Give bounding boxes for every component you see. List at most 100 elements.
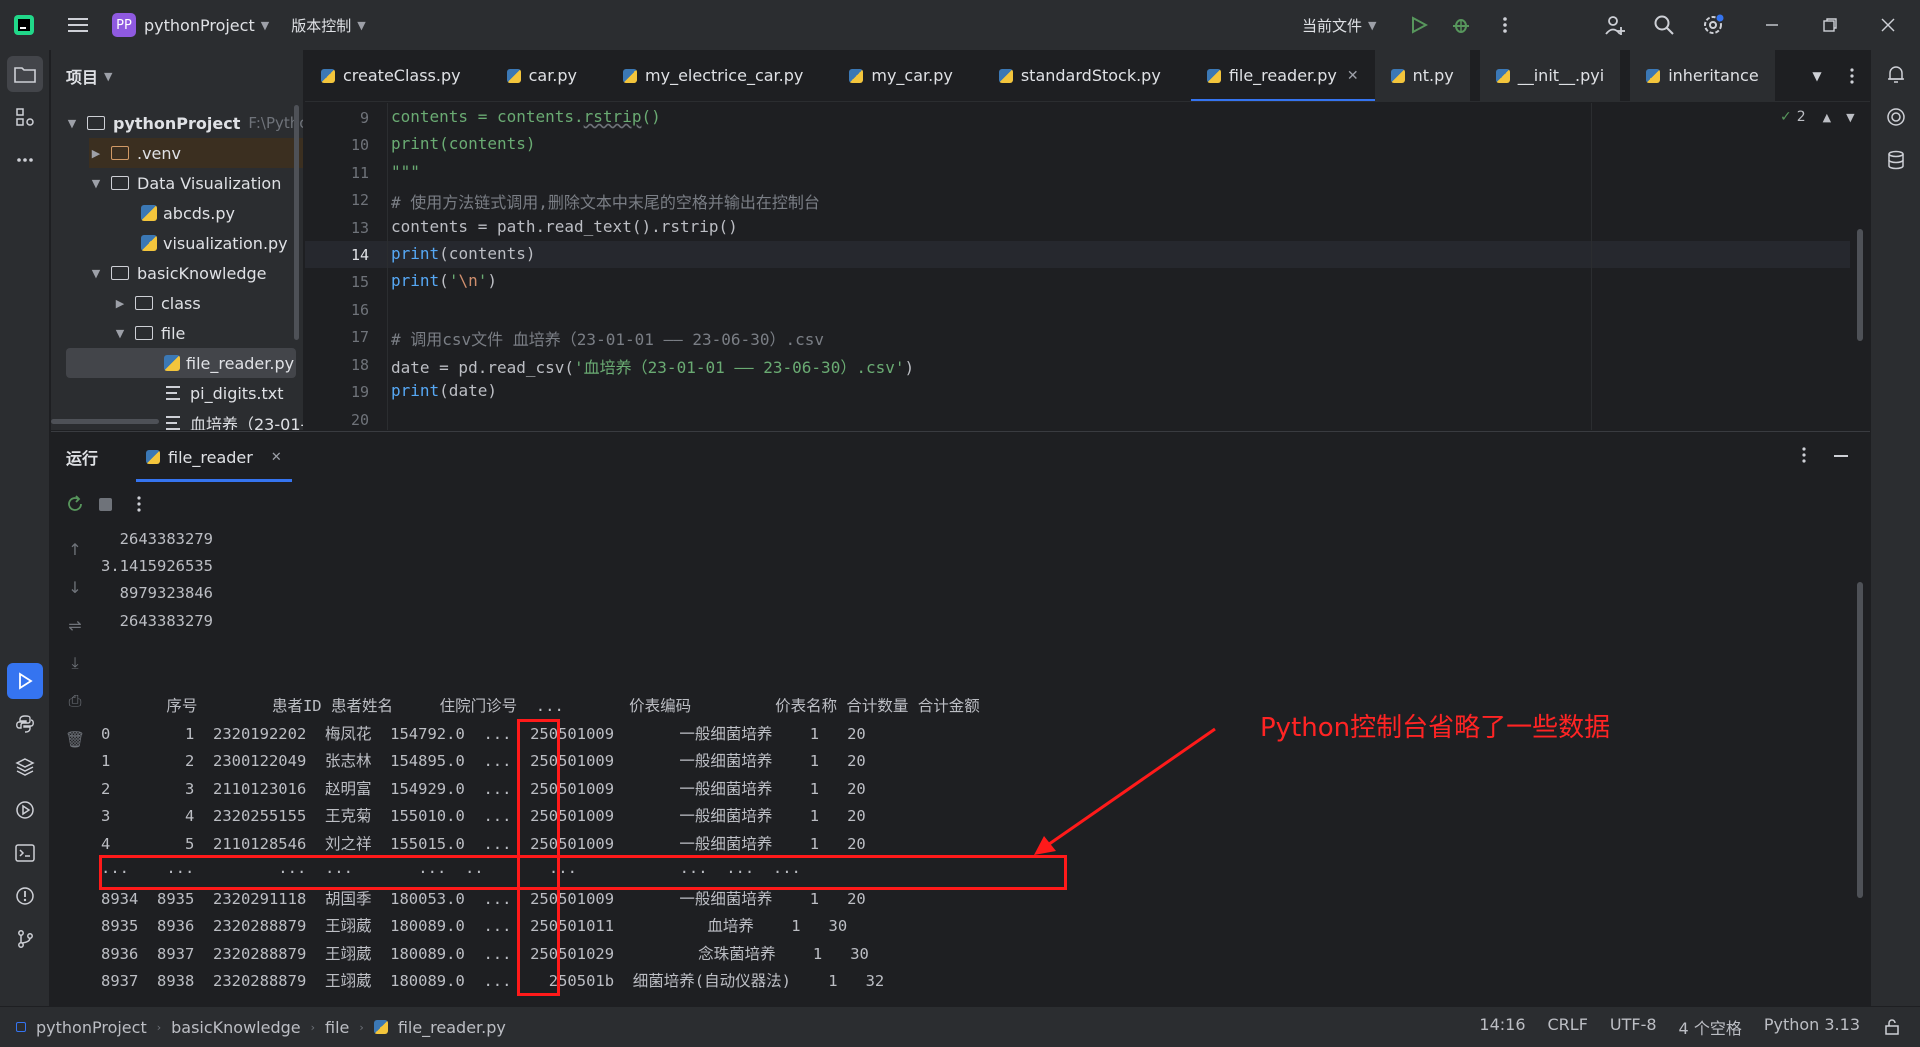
tree-item-venv[interactable]: ▶ .venv (89, 138, 303, 168)
file-encoding[interactable]: UTF-8 (1610, 1015, 1657, 1039)
run-tab-file-reader[interactable]: file_reader ✕ (136, 432, 292, 482)
caret-position[interactable]: 14:16 (1479, 1015, 1525, 1039)
close-window-icon[interactable] (1868, 5, 1908, 45)
tab-createclass[interactable]: createClass.py (305, 50, 477, 101)
truncated-row-highlight (99, 855, 1067, 890)
console-vertical-scrollbar[interactable] (1857, 582, 1863, 898)
vcs-menu[interactable]: 版本控制 ▼ (291, 15, 365, 36)
inspection-widget[interactable]: ✓ 2 ▲ ▼ (1780, 109, 1855, 125)
python-file-icon (146, 450, 161, 464)
services-icon[interactable] (7, 792, 43, 828)
tab-car[interactable]: car.py (491, 50, 593, 101)
tab-more-icon[interactable] (1840, 64, 1864, 88)
dataframe-row: 8937 8938 2320288879 王翊葳 180089.0 ... 25… (101, 972, 885, 990)
project-horizontal-scrollbar[interactable] (51, 419, 159, 424)
scroll-to-end-icon[interactable]: ⤓ (60, 648, 90, 678)
more-actions-icon[interactable] (1485, 5, 1525, 45)
chevron-down-icon: ▼ (104, 69, 113, 83)
python-interpreter[interactable]: Python 3.13 (1764, 1015, 1860, 1039)
notifications-bell-icon[interactable] (1878, 56, 1914, 92)
project-tool-folder-icon[interactable] (7, 56, 43, 92)
breadcrumb-item[interactable]: file_reader.py (398, 1018, 506, 1037)
tree-root-pythonproject[interactable]: ▼ pythonProject F:\Pytho (65, 108, 303, 138)
stop-icon[interactable] (91, 490, 119, 518)
arrow-up-icon[interactable]: ↑ (60, 534, 90, 564)
structure-icon[interactable] (7, 99, 43, 135)
run-icon[interactable] (1399, 5, 1439, 45)
tab-my-electrice-car[interactable]: my_electrice_car.py (607, 50, 819, 101)
tree-item-basicknowledge[interactable]: ▼ basicKnowledge (89, 258, 267, 288)
project-panel-title: 项目 (66, 68, 99, 87)
debug-icon[interactable] (1441, 5, 1481, 45)
search-icon[interactable] (1644, 5, 1684, 45)
console-output[interactable]: 2643383279 3.1415926535 8979323846 26433… (101, 526, 1861, 1006)
python-packages-icon[interactable] (7, 749, 43, 785)
add-user-icon[interactable] (1595, 5, 1635, 45)
tab-nt[interactable]: nt.py (1374, 50, 1470, 101)
tab-standardstock[interactable]: standardStock.py (983, 50, 1177, 101)
run-tool-icon[interactable] (7, 663, 43, 699)
minimize-window-icon[interactable] (1752, 5, 1792, 45)
run-toolbar (51, 482, 1870, 526)
project-panel-header[interactable]: 项目 ▼ (51, 50, 303, 102)
line-number: 16 (350, 301, 369, 319)
git-branch-icon[interactable] (7, 921, 43, 957)
more-tools-icon[interactable] (7, 142, 43, 178)
editor-vertical-scrollbar[interactable] (1857, 229, 1863, 341)
lock-icon[interactable] (1884, 1019, 1900, 1035)
close-tab-icon[interactable]: ✕ (1347, 68, 1359, 84)
settings-gear-icon[interactable] (1693, 5, 1733, 45)
run-toolbar-more-icon[interactable] (125, 490, 153, 518)
restore-window-icon[interactable] (1810, 5, 1850, 45)
tree-item-class[interactable]: ▶ class (113, 288, 201, 318)
tab-label: my_electrice_car.py (645, 66, 804, 85)
tab-init-pyi[interactable]: __init__.pyi (1479, 50, 1621, 101)
project-vertical-scrollbar[interactable] (294, 105, 299, 340)
terminal-icon[interactable] (7, 835, 43, 871)
run-panel-more-icon[interactable] (1801, 446, 1807, 468)
breadcrumb-item[interactable]: file (325, 1018, 349, 1037)
rerun-icon[interactable] (61, 490, 89, 518)
trash-icon[interactable]: 🗑 (60, 724, 90, 754)
right-tool-strip (1870, 50, 1920, 1006)
print-icon[interactable]: ⎙ (60, 686, 90, 716)
project-switcher[interactable]: PP pythonProject ▼ (112, 13, 269, 37)
tree-item-abcds[interactable]: abcds.py (141, 198, 235, 228)
tree-item-file-reader-selected[interactable]: file_reader.py (66, 348, 296, 378)
tab-file-reader[interactable]: file_reader.py ✕ (1190, 50, 1375, 101)
tree-item-label: 血培养（23-01-( (190, 415, 304, 430)
main-menu-icon[interactable] (58, 5, 98, 45)
indent-setting[interactable]: 4 个空格 (1679, 1015, 1742, 1039)
console-line: 3.1415926535 (101, 557, 213, 575)
ai-assistant-icon[interactable] (1878, 99, 1914, 135)
python-console-icon[interactable] (7, 706, 43, 742)
tree-item-data-visualization[interactable]: ▼ Data Visualization (89, 168, 282, 198)
arrow-down-icon[interactable]: ↓ (60, 572, 90, 602)
run-config-label: 当前文件 (1302, 16, 1363, 35)
python-file-icon (321, 68, 335, 83)
problems-icon[interactable] (7, 878, 43, 914)
code-line-9: contents = contents.rstrip() (391, 107, 661, 126)
tab-list-chevron-down-icon[interactable]: ▼ (1805, 64, 1829, 88)
tab-inheritance[interactable]: inheritance (1630, 50, 1775, 101)
chevron-down-icon[interactable]: ▼ (1846, 111, 1854, 124)
run-config-selector[interactable]: 当前文件 ▼ (1302, 15, 1376, 36)
chevron-up-icon[interactable]: ▲ (1823, 111, 1831, 124)
database-icon[interactable] (1878, 142, 1914, 178)
tree-item-pi-digits[interactable]: pi_digits.txt (166, 378, 284, 408)
tab-my-car[interactable]: my_car.py (833, 50, 968, 101)
tree-item-file[interactable]: ▼ file (113, 318, 186, 348)
close-tab-icon[interactable]: ✕ (271, 450, 282, 465)
soft-wrap-icon[interactable]: ⇌ (60, 610, 90, 640)
tree-item-csv-file[interactable]: 血培养（23-01-( (166, 408, 304, 430)
line-separator[interactable]: CRLF (1548, 1015, 1588, 1039)
breadcrumb-item[interactable]: basicKnowledge (171, 1018, 301, 1037)
breadcrumb-item[interactable]: pythonProject (36, 1018, 147, 1037)
tree-item-visualization[interactable]: visualization.py (141, 228, 288, 258)
chevron-right-icon: › (310, 1020, 316, 1034)
code-editor[interactable]: 9 10 11 12 13 14 15 16 17 18 19 20 conte… (305, 103, 1870, 430)
code-line-14: print(contents) (391, 244, 536, 263)
tree-item-label: Data Visualization (137, 173, 282, 193)
minimize-panel-icon[interactable] (1834, 455, 1848, 457)
folder-icon (135, 326, 153, 340)
